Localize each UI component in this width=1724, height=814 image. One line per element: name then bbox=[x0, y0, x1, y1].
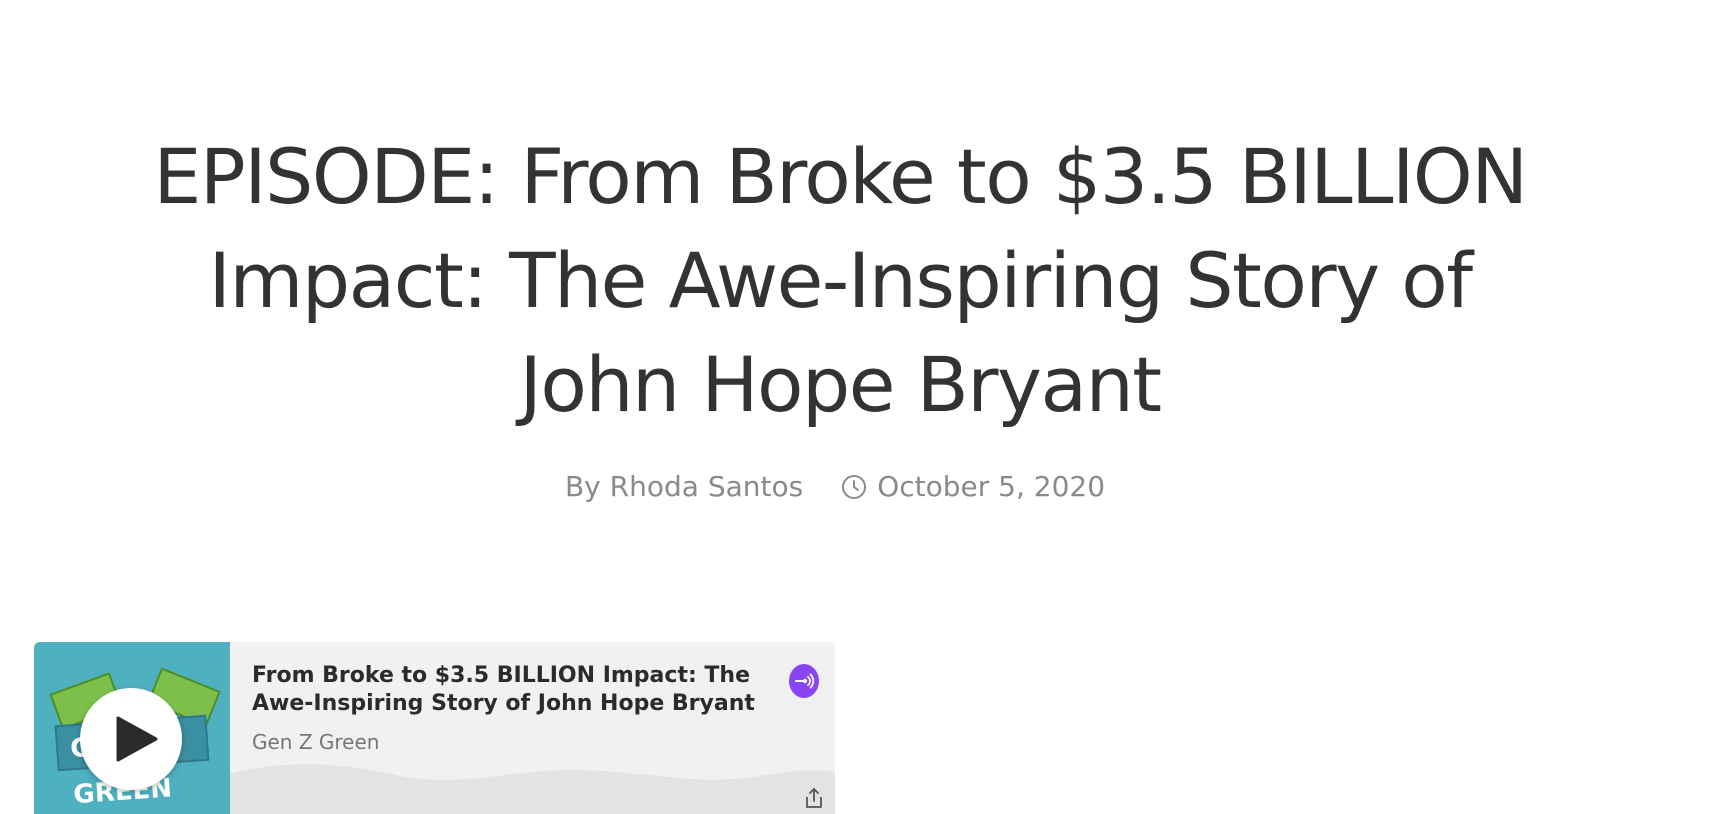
author-link[interactable]: By Rhoda Santos bbox=[565, 470, 803, 503]
anchor-logo-icon[interactable] bbox=[789, 664, 819, 698]
post-meta: By Rhoda Santos October 5, 2020 bbox=[0, 470, 1697, 503]
share-icon[interactable] bbox=[802, 786, 826, 810]
waveform[interactable] bbox=[230, 762, 835, 814]
broadcast-icon bbox=[795, 673, 815, 689]
podcast-player: GEN Z GREEN From Broke to $3.5 BILLION I… bbox=[34, 642, 835, 814]
play-icon bbox=[116, 716, 158, 762]
clock-icon bbox=[842, 474, 867, 499]
show-name[interactable]: Gen Z Green bbox=[252, 730, 379, 754]
page: EPISODE: From Broke to $3.5 BILLION Impa… bbox=[0, 0, 1724, 814]
post-date: October 5, 2020 bbox=[841, 470, 1105, 503]
post-date-text: October 5, 2020 bbox=[877, 470, 1106, 503]
page-title: EPISODE: From Broke to $3.5 BILLION Impa… bbox=[153, 132, 1528, 429]
podcast-cover-art: GEN Z GREEN bbox=[34, 642, 230, 814]
play-button[interactable] bbox=[80, 688, 182, 790]
track-title[interactable]: From Broke to $3.5 BILLION Impact: The A… bbox=[252, 662, 792, 718]
